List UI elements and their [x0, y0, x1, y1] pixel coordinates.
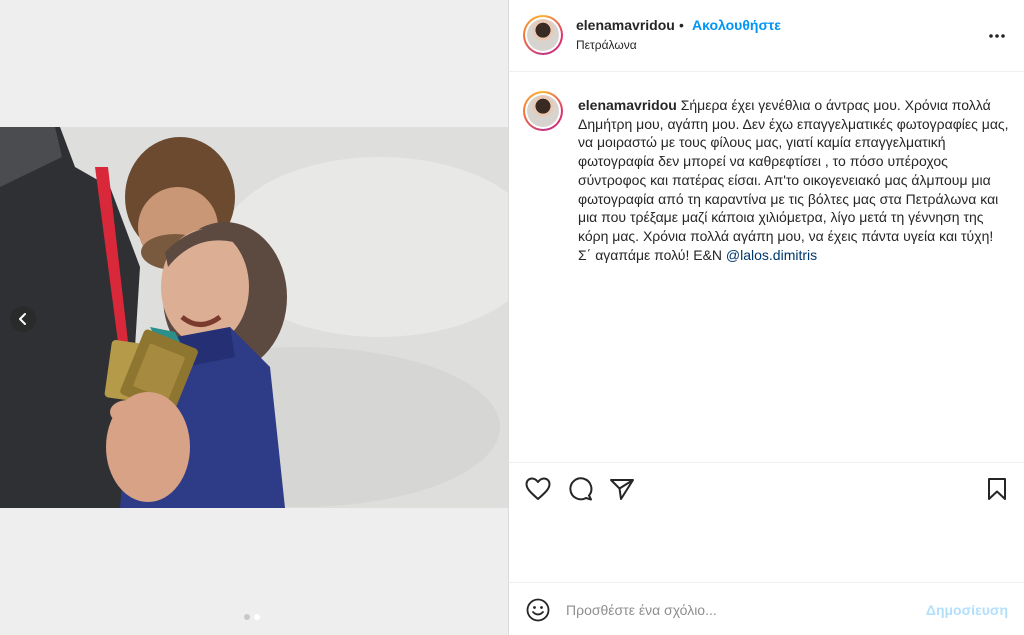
caption-section: elenamavridou Σήμερα έχει γενέθλια ο άντ… [509, 72, 1024, 462]
carousel-indicator [244, 614, 260, 620]
caption-avatar[interactable] [523, 91, 563, 131]
save-button[interactable] [986, 477, 1008, 506]
action-bar [509, 462, 1024, 582]
comment-icon [569, 477, 593, 501]
comment-button[interactable] [567, 477, 593, 506]
photo-illustration [0, 127, 508, 508]
post-photo [0, 127, 508, 508]
username-link[interactable]: elenamavridou [576, 17, 675, 33]
share-button[interactable] [609, 477, 635, 506]
carousel-dot [244, 614, 250, 620]
bookmark-icon [988, 478, 1006, 500]
post-header: elenamavridou • Ακολουθήστε Πετράλωνα [509, 0, 1024, 72]
carousel-dot-active [254, 614, 260, 620]
caption-body: Σήμερα έχει γενέθλια ο άντρας μου. Χρόνι… [578, 97, 1009, 263]
like-button[interactable] [525, 477, 551, 506]
chevron-left-icon [19, 313, 26, 325]
post-details-panel: elenamavridou • Ακολουθήστε Πετράλωνα el… [509, 0, 1024, 635]
location-link[interactable]: Πετράλωνα [576, 38, 637, 52]
comment-bar: Δημοσίευση [509, 582, 1024, 635]
emoji-button[interactable] [526, 598, 550, 627]
more-options-button[interactable] [988, 26, 1006, 44]
post-comment-button[interactable]: Δημοσίευση [926, 602, 1008, 618]
more-options-icon [989, 34, 1005, 38]
caption-username[interactable]: elenamavridou [578, 97, 677, 113]
heart-icon [525, 477, 551, 500]
follow-button[interactable]: Ακολουθήστε [692, 17, 781, 33]
caption-text: elenamavridou Σήμερα έχει γενέθλια ο άντ… [578, 96, 1010, 264]
avatar[interactable] [523, 15, 563, 55]
carousel-prev-button[interactable] [10, 306, 36, 332]
paper-plane-icon [610, 479, 634, 500]
emoji-icon [526, 598, 550, 622]
post-media[interactable] [0, 0, 508, 635]
mention-link[interactable]: @lalos.dimitris [726, 247, 817, 263]
comment-input[interactable] [566, 599, 906, 621]
separator-bullet: • [679, 17, 684, 33]
